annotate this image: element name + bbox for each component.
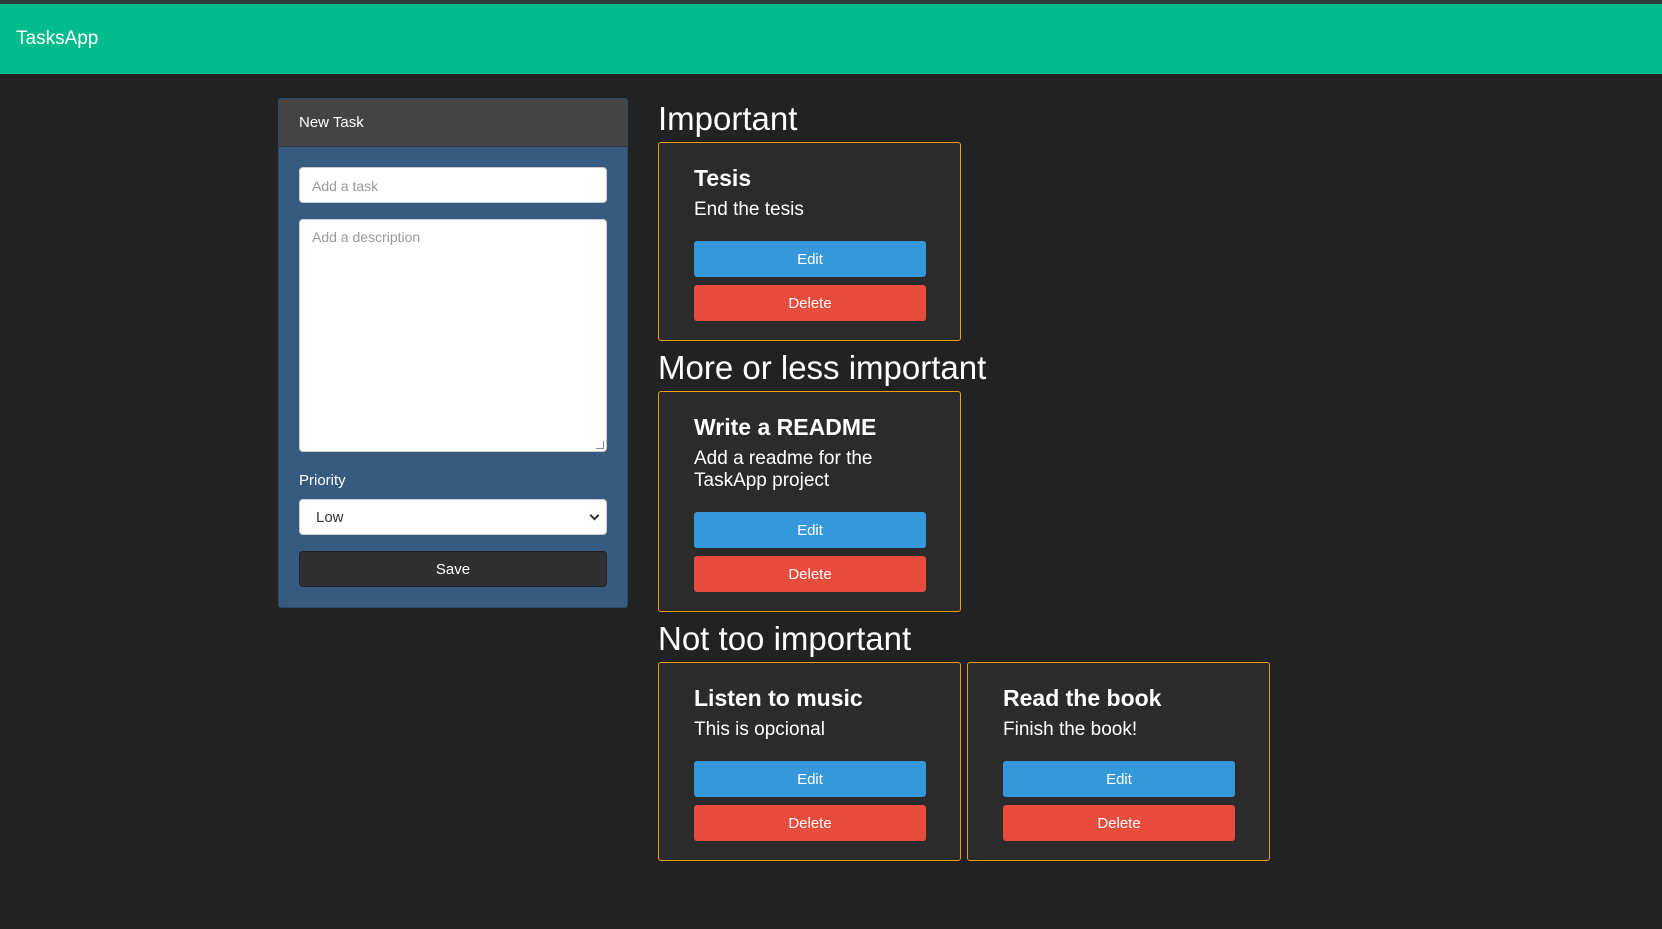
task-title: Write a README	[694, 414, 877, 440]
edit-button[interactable]: Edit	[694, 241, 926, 277]
task-description: This is opcional	[694, 719, 825, 740]
priority-select[interactable]: Low	[299, 499, 607, 535]
task-title: Tesis	[694, 165, 752, 191]
priority-label: Priority	[299, 472, 346, 489]
task-card: Listen to music This is opcional Edit De…	[658, 662, 961, 861]
section-important: Important Tesis End the tesis Edit Delet…	[658, 96, 1558, 341]
edit-button[interactable]: Edit	[694, 512, 926, 548]
task-card: Tesis End the tesis Edit Delete	[658, 142, 961, 341]
delete-button[interactable]: Delete	[694, 556, 926, 592]
save-button[interactable]: Save	[299, 551, 607, 587]
delete-button[interactable]: Delete	[694, 805, 926, 841]
section-more-or-less-important: More or less important Write a README Ad…	[658, 345, 1558, 612]
task-title: Read the book	[1003, 685, 1162, 711]
form-body: Add a task Add a description Priority Lo…	[279, 147, 627, 607]
edit-button[interactable]: Edit	[694, 761, 926, 797]
task-description: End the tesis	[694, 199, 804, 220]
edit-button[interactable]: Edit	[1003, 761, 1235, 797]
task-card: Write a README Add a readme for the Task…	[658, 391, 961, 612]
chevron-down-icon	[589, 510, 600, 520]
task-description: Finish the book!	[1003, 719, 1138, 740]
delete-button[interactable]: Delete	[694, 285, 926, 321]
priority-selected-value: Low	[316, 508, 344, 526]
navbar: TasksApp	[0, 4, 1662, 74]
brand-link[interactable]: TasksApp	[16, 28, 98, 50]
section-not-too-important: Not too important Listen to music This i…	[658, 616, 1558, 861]
section-title: Important	[658, 100, 798, 137]
delete-button[interactable]: Delete	[1003, 805, 1235, 841]
description-placeholder: Add a description	[312, 229, 421, 245]
task-title-input[interactable]: Add a task	[299, 167, 607, 203]
new-task-form: New Task Add a task Add a description Pr…	[278, 98, 628, 608]
task-description-textarea[interactable]: Add a description	[299, 219, 607, 452]
task-title: Listen to music	[694, 685, 863, 711]
section-title: Not too important	[658, 620, 912, 657]
task-card: Read the book Finish the book! Edit Dele…	[967, 662, 1270, 861]
task-description: Add a readme for the TaskApp project	[694, 448, 873, 491]
main-content: New Task Add a task Add a description Pr…	[0, 74, 1662, 929]
resize-grip-icon[interactable]	[596, 441, 604, 449]
card-row: Listen to music This is opcional Edit De…	[658, 662, 1558, 861]
card-row: Write a README Add a readme for the Task…	[658, 391, 1558, 612]
section-title: More or less important	[658, 349, 987, 386]
form-header: New Task	[279, 99, 627, 147]
card-row: Tesis End the tesis Edit Delete	[658, 142, 1558, 341]
task-sections: Important Tesis End the tesis Edit Delet…	[658, 96, 1558, 865]
